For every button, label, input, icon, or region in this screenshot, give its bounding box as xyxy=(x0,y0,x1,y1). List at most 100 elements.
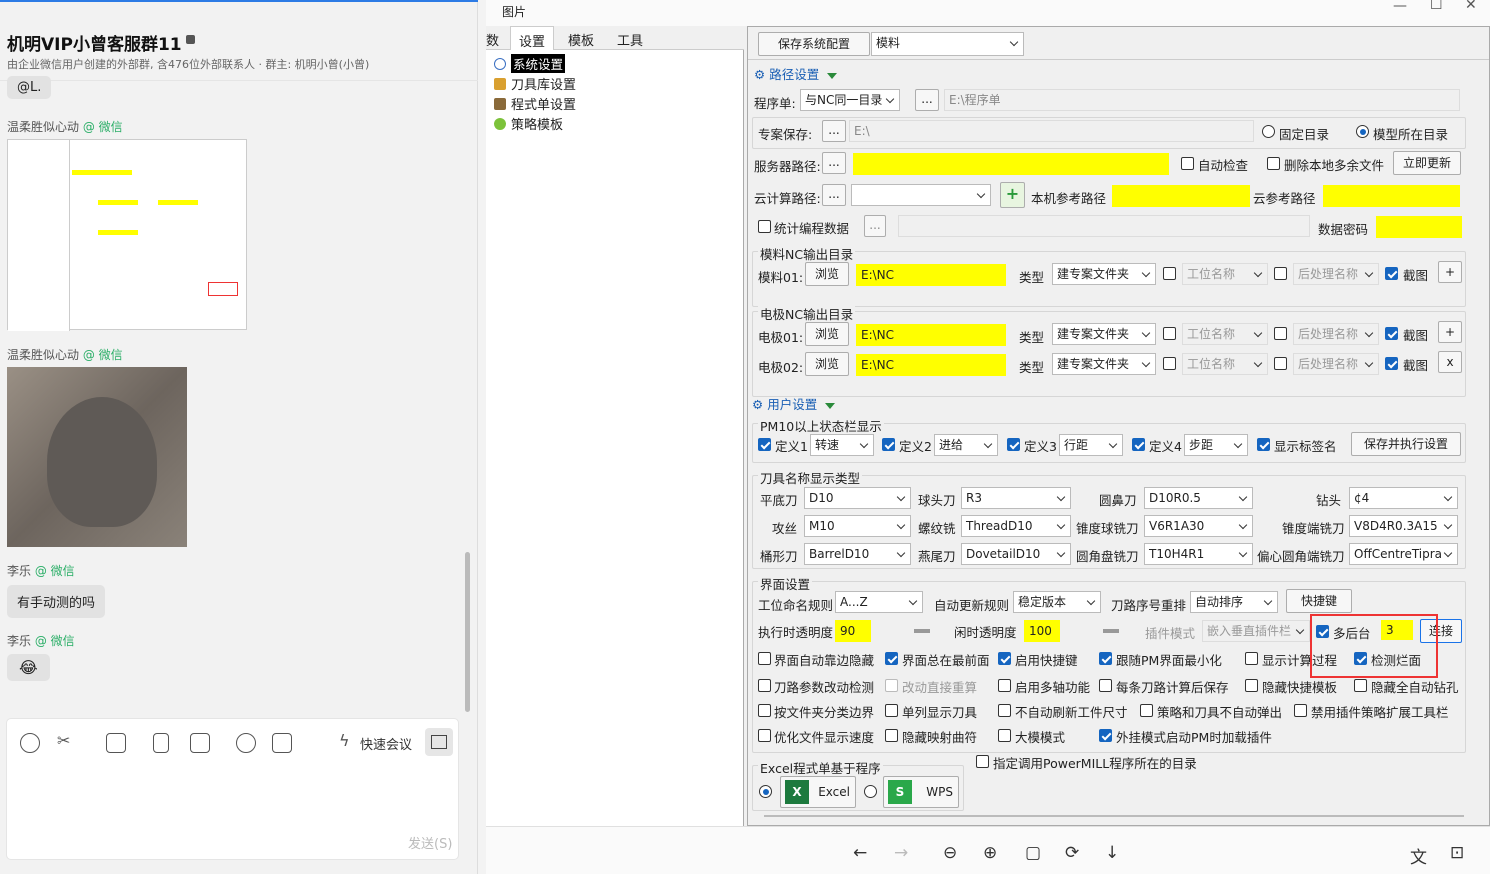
user-section-header[interactable]: ⚙ 用户设置 xyxy=(752,394,836,413)
stats-browse-button[interactable]: ... xyxy=(864,215,886,237)
fit-icon[interactable]: ▢ xyxy=(1025,843,1041,863)
mold01-post-select[interactable]: 后处理名称 xyxy=(1293,263,1379,285)
taperend-select[interactable]: V8D4R0.3A15 xyxy=(1349,515,1458,537)
elec02-snapshot-checkbox[interactable] xyxy=(1385,357,1398,370)
screenshot-thumbnail[interactable] xyxy=(7,139,247,331)
def1-select[interactable]: 转速 xyxy=(810,434,874,456)
minimize-icon[interactable]: — xyxy=(1393,0,1407,14)
opt-recalc-checkbox[interactable] xyxy=(885,679,898,692)
case-browse-button[interactable]: ... xyxy=(822,120,846,142)
elec01-browse-button[interactable]: 浏览 xyxy=(805,322,849,346)
opt-single-column-checkbox[interactable] xyxy=(885,704,898,717)
case-path-field[interactable]: E:\ xyxy=(849,120,1254,142)
station-rule-select[interactable]: A...Z xyxy=(835,591,923,613)
update-rule-select[interactable]: 稳定版本 xyxy=(1013,591,1101,613)
plugin-mode-select[interactable]: 嵌入垂直插件栏 xyxy=(1202,620,1310,642)
message-bubble[interactable]: @L. xyxy=(7,76,52,99)
mold01-snapshot-checkbox[interactable] xyxy=(1385,267,1398,280)
opt-optimize-display-checkbox[interactable] xyxy=(758,729,771,742)
chinchilla-image[interactable] xyxy=(7,367,187,547)
elec-remove-button[interactable]: x xyxy=(1438,351,1462,373)
opt-auto-hide-checkbox[interactable] xyxy=(758,652,771,665)
opt-path-detect-checkbox[interactable] xyxy=(758,679,771,692)
scan-text-icon[interactable]: ⊡ xyxy=(1450,843,1464,863)
elec-add-button[interactable]: + xyxy=(1438,321,1462,343)
tree-item-program-sheet[interactable]: 程式单设置 xyxy=(494,94,576,113)
wps-radio[interactable] xyxy=(864,785,877,798)
opt-large-model-checkbox[interactable] xyxy=(998,729,1011,742)
exec-alpha-slider[interactable] xyxy=(914,629,930,633)
opt-always-top-checkbox[interactable] xyxy=(885,652,898,665)
tree-item-strategy[interactable]: 策略模板 xyxy=(494,114,563,133)
emoji-icon[interactable] xyxy=(20,733,40,753)
mold01-path-field[interactable]: E:\NC xyxy=(856,264,1006,286)
delete-extra-checkbox[interactable] xyxy=(1267,157,1280,170)
model-dir-radio[interactable] xyxy=(1356,125,1369,138)
elec01-station-select[interactable]: 工位名称 xyxy=(1182,323,1268,345)
scissors-icon[interactable]: ✂ xyxy=(57,731,70,750)
def1-checkbox[interactable] xyxy=(758,438,771,451)
opt-hide-drill-checkbox[interactable] xyxy=(1354,679,1367,692)
elec01-post-checkbox[interactable] xyxy=(1274,327,1287,340)
opt-disable-toolbar-checkbox[interactable] xyxy=(1294,704,1307,717)
prog-browse-button[interactable]: ... xyxy=(915,89,939,111)
spec-pm-checkbox[interactable] xyxy=(976,755,989,768)
mode-select[interactable]: 模料 xyxy=(871,32,1024,56)
next-icon[interactable]: → xyxy=(894,843,908,863)
close-icon[interactable]: ✕ xyxy=(1465,0,1477,13)
document-icon[interactable] xyxy=(153,733,169,753)
tab-data[interactable]: 数 xyxy=(486,30,499,49)
elec02-post-checkbox[interactable] xyxy=(1274,357,1287,370)
opt-hide-template-checkbox[interactable] xyxy=(1245,679,1258,692)
opt-show-calc-checkbox[interactable] xyxy=(1245,652,1258,665)
flat-select[interactable]: D10 xyxy=(804,487,911,509)
elec01-path-field[interactable]: E:\NC xyxy=(856,324,1006,346)
prev-icon[interactable]: ← xyxy=(853,843,867,863)
elec02-station-select[interactable]: 工位名称 xyxy=(1182,353,1268,375)
local-ref-field[interactable] xyxy=(1112,185,1250,207)
ball-select[interactable]: R3 xyxy=(961,487,1071,509)
def2-select[interactable]: 进给 xyxy=(934,434,998,456)
save-exec-button[interactable]: 保存并执行设置 xyxy=(1351,432,1461,456)
prog-dir-select[interactable]: 与NC同一目录 xyxy=(800,89,900,111)
rotate-icon[interactable]: ⟳ xyxy=(1065,843,1079,863)
wps-button[interactable]: S WPS xyxy=(883,776,959,808)
server-browse-button[interactable]: ... xyxy=(822,152,846,174)
tab-settings[interactable]: 设置 xyxy=(510,26,555,50)
emoji-bubble[interactable]: 😂 xyxy=(7,654,50,681)
barrel-select[interactable]: BarrelD10 xyxy=(804,543,911,565)
elec02-browse-button[interactable]: 浏览 xyxy=(805,352,849,376)
sidebar-toggle-icon[interactable] xyxy=(425,728,453,756)
tree-item-toollib[interactable]: 刀具库设置 xyxy=(494,74,576,93)
chat-scrollbar[interactable] xyxy=(465,552,470,712)
stats-checkbox[interactable] xyxy=(758,220,771,233)
mold01-station-checkbox[interactable] xyxy=(1163,267,1176,280)
download-icon[interactable]: ↓ xyxy=(1105,843,1119,863)
taperball-select[interactable]: V6R1A30 xyxy=(1144,515,1253,537)
mold01-type-select[interactable]: 建专案文件夹 xyxy=(1052,263,1156,285)
def4-select[interactable]: 步距 xyxy=(1184,434,1248,456)
offset-select[interactable]: OffCentreTipra xyxy=(1349,543,1458,565)
tree-item-system[interactable]: 系统设置 xyxy=(494,54,566,73)
excel-radio[interactable] xyxy=(759,785,772,798)
opt-plugin-load-checkbox[interactable] xyxy=(1099,729,1112,742)
opt-follow-pm-checkbox[interactable] xyxy=(1099,652,1112,665)
translate-icon[interactable]: 文 xyxy=(1410,843,1427,868)
elec02-post-select[interactable]: 后处理名称 xyxy=(1293,353,1379,375)
tab-tools[interactable]: 工具 xyxy=(617,30,643,49)
update-now-button[interactable]: 立即更新 xyxy=(1393,151,1461,175)
add-icon[interactable]: + xyxy=(1000,182,1025,208)
save-config-button[interactable]: 保存系统配置 xyxy=(758,32,870,56)
opt-folder-boundary-checkbox[interactable] xyxy=(758,704,771,717)
opt-no-refresh-checkbox[interactable] xyxy=(998,704,1011,717)
exec-alpha-field[interactable]: 90 xyxy=(835,620,871,642)
cloud-ref-field[interactable] xyxy=(1323,185,1460,207)
opt-multi-axis-checkbox[interactable] xyxy=(998,679,1011,692)
stats-field[interactable] xyxy=(898,215,1310,237)
show-tag-checkbox[interactable] xyxy=(1257,438,1270,451)
prog-path-field[interactable]: E:\程序单 xyxy=(944,89,1460,111)
opt-save-each-checkbox[interactable] xyxy=(1099,679,1112,692)
fixed-dir-radio[interactable] xyxy=(1262,125,1275,138)
def2-checkbox[interactable] xyxy=(882,438,895,451)
tab-templates[interactable]: 模板 xyxy=(568,30,594,49)
